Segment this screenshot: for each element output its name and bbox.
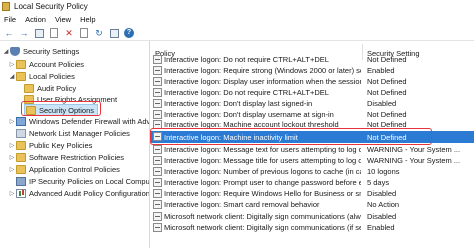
table-row[interactable]: Interactive logon: Prompt user to change… [151, 177, 474, 188]
policy-icon [153, 145, 162, 154]
policy-list: Policy Security Setting Interactive logo… [151, 41, 474, 248]
chevron-right-icon[interactable]: ▷ [8, 118, 16, 125]
tree-item-account-policies[interactable]: ▷ Account Policies [8, 58, 84, 70]
window-title: Local Security Policy [14, 2, 88, 11]
folder-icon [16, 128, 26, 138]
policy-icon [153, 99, 162, 108]
tree-item-public-key-policies[interactable]: ▷ Public Key Policies [8, 139, 92, 151]
policy-icon [153, 189, 162, 198]
chevron-right-icon[interactable]: ▷ [8, 154, 16, 161]
refresh-icon[interactable]: ↻ [93, 27, 105, 39]
policy-icon [153, 178, 162, 187]
policy-icon [153, 66, 162, 75]
menu-bar: File Action View Help [0, 13, 474, 26]
menu-view[interactable]: View [51, 15, 76, 24]
policy-icon [153, 55, 162, 64]
folder-icon [16, 71, 26, 81]
folder-icon [16, 59, 26, 69]
table-row[interactable]: Interactive logon: Do not require CTRL+A… [151, 54, 474, 65]
network-policy-icon [16, 176, 26, 186]
firewall-icon [16, 116, 26, 126]
policy-icon [153, 120, 162, 129]
folder-icon [16, 152, 26, 162]
chevron-down-icon[interactable]: ◢ [2, 48, 10, 55]
chevron-right-icon[interactable]: ▷ [8, 142, 16, 149]
policy-icon [153, 156, 162, 165]
folder-icon [24, 94, 34, 104]
table-row[interactable]: Microsoft network client: Digitally sign… [151, 211, 474, 222]
tree-item-software-restriction[interactable]: ▷ Software Restriction Policies [8, 151, 124, 163]
policy-icon [153, 77, 162, 86]
tree-item-local-policies[interactable]: ◢ Local Policies [8, 70, 75, 82]
shield-icon [10, 46, 20, 56]
folder-icon [16, 164, 26, 174]
policy-icon [153, 223, 162, 232]
policy-icon [153, 110, 162, 119]
tree-item-advanced-audit[interactable]: ▷ Advanced Audit Policy Configuration [8, 187, 149, 199]
menu-file[interactable]: File [0, 15, 21, 24]
table-row[interactable]: Microsoft network client: Digitally sign… [151, 222, 474, 233]
toolbar: ← → ✕ ↻ ? [0, 26, 474, 41]
up-folder-icon[interactable] [33, 27, 45, 39]
console-tree: ◢ Security Settings ▷ Account Policies ◢… [0, 41, 150, 248]
table-row[interactable]: Interactive logon: Message title for use… [151, 155, 474, 166]
table-row[interactable]: Interactive logon: Number of previous lo… [151, 166, 474, 177]
title-bar: Local Security Policy [0, 0, 474, 13]
table-row[interactable]: Interactive logon: Require Windows Hello… [151, 188, 474, 199]
forward-arrow-icon[interactable]: → [18, 27, 30, 39]
folder-icon [16, 140, 26, 150]
menu-action[interactable]: Action [21, 15, 51, 24]
tree-item-network-list-manager[interactable]: Network List Manager Policies [8, 127, 130, 139]
audit-config-icon [16, 188, 26, 198]
chevron-right-icon[interactable]: ▷ [8, 166, 16, 173]
export-list-icon[interactable] [108, 27, 120, 39]
chevron-right-icon[interactable]: ▷ [8, 190, 16, 197]
table-row[interactable]: Interactive logon: Do not require CTRL+A… [151, 87, 474, 98]
menu-help[interactable]: Help [76, 15, 100, 24]
policy-icon [153, 212, 162, 221]
table-row[interactable]: Interactive logon: Require strong (Windo… [151, 65, 474, 76]
table-row[interactable]: Interactive logon: Don't display last si… [151, 98, 474, 109]
tree-item-ip-security-policies[interactable]: IP Security Policies on Local Compute [8, 175, 149, 187]
tree-item-security-settings[interactable]: ◢ Security Settings [2, 45, 79, 57]
chevron-right-icon[interactable]: ▷ [8, 61, 16, 68]
table-row[interactable]: Interactive logon: Machine account locko… [151, 119, 474, 130]
help-icon[interactable]: ? [123, 27, 135, 39]
folder-icon [24, 83, 34, 93]
table-row[interactable]: Interactive logon: Display user informat… [151, 76, 474, 87]
show-hide-tree-icon[interactable] [48, 27, 60, 39]
policy-icon [153, 167, 162, 176]
policy-icon [2, 2, 10, 11]
delete-icon[interactable]: ✕ [63, 27, 75, 39]
policy-icon [153, 132, 162, 141]
folder-icon [26, 105, 36, 115]
back-arrow-icon[interactable]: ← [3, 27, 15, 39]
tree-item-windows-defender-firewall[interactable]: ▷ Windows Defender Firewall with Advar [8, 115, 149, 127]
table-row-selected[interactable]: Interactive logon: Machine inactivity li… [151, 131, 474, 143]
policy-icon [153, 200, 162, 209]
table-row[interactable]: Interactive logon: Message text for user… [151, 144, 474, 155]
properties-icon[interactable] [78, 27, 90, 39]
table-row[interactable]: Interactive logon: Smart card removal be… [151, 199, 474, 210]
policy-icon [153, 88, 162, 97]
chevron-down-icon[interactable]: ◢ [8, 73, 16, 80]
tree-item-application-control[interactable]: ▷ Application Control Policies [8, 163, 120, 175]
